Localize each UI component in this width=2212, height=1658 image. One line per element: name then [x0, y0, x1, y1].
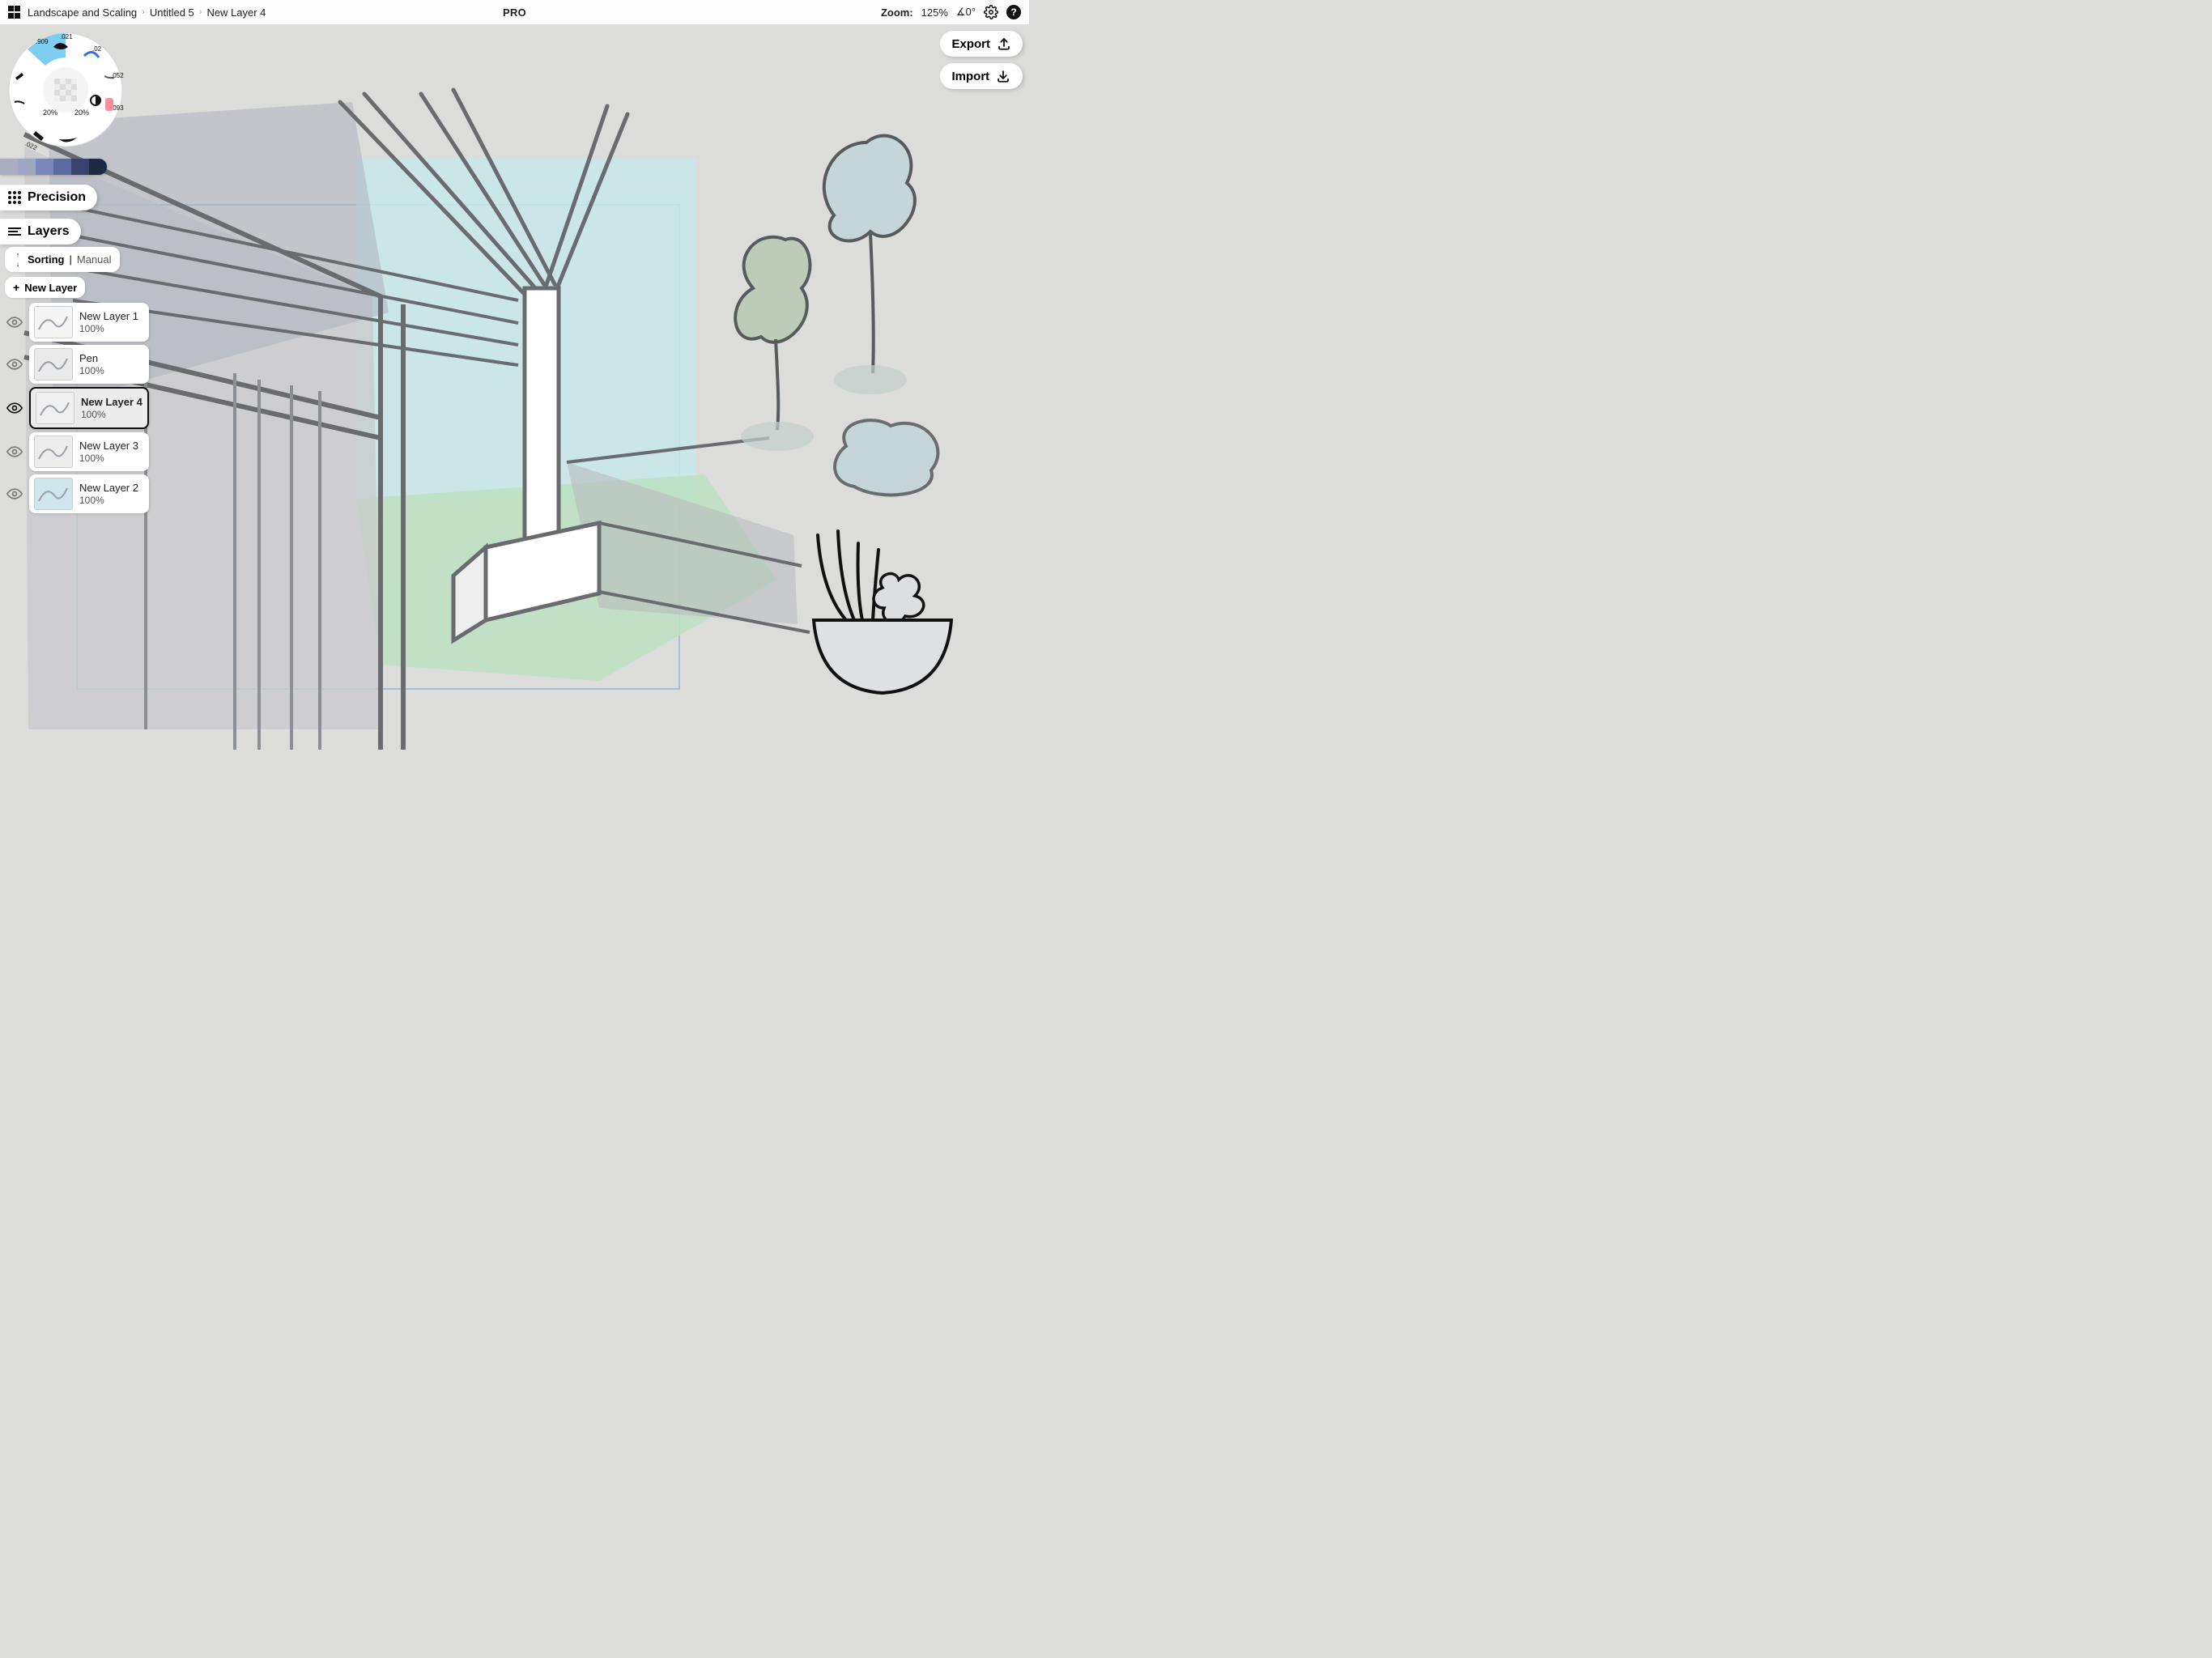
export-button[interactable]: Export — [940, 31, 1023, 57]
layer-meta: Pen100% — [79, 352, 104, 376]
layer-name: New Layer 1 — [79, 310, 138, 323]
layer-name: New Layer 4 — [81, 396, 143, 409]
import-icon — [996, 69, 1010, 83]
svg-text:.021: .021 — [60, 33, 73, 40]
swatch[interactable] — [89, 159, 107, 175]
angle-value[interactable]: ∡0° — [956, 6, 976, 19]
breadcrumb-folder[interactable]: Landscape and Scaling — [28, 6, 137, 19]
layer-thumbnail — [36, 392, 74, 424]
export-label: Export — [951, 37, 990, 51]
zoom-label: Zoom: — [881, 6, 913, 19]
layer-thumbnail — [34, 306, 73, 338]
import-label: Import — [951, 70, 989, 83]
gallery-icon[interactable] — [8, 6, 21, 19]
swatch[interactable] — [36, 159, 53, 175]
swatch[interactable] — [18, 159, 36, 175]
canvas[interactable] — [0, 25, 1029, 771]
layer-row[interactable]: New Layer 4100% — [5, 387, 149, 429]
layers-panel: Sorting | Manual + New Layer New Layer 1… — [5, 247, 149, 513]
layer-meta: New Layer 3100% — [79, 440, 138, 464]
layer-opacity: 100% — [79, 323, 138, 334]
chevron-right-icon: › — [142, 7, 145, 17]
layer-meta: New Layer 4100% — [81, 396, 143, 420]
precision-tab[interactable]: Precision — [0, 185, 97, 210]
precision-label: Precision — [28, 190, 86, 205]
layer-name: New Layer 2 — [79, 482, 138, 495]
chevron-right-icon: › — [199, 7, 202, 17]
breadcrumb-document[interactable]: Untitled 5 — [150, 6, 194, 19]
color-palette[interactable] — [0, 159, 107, 175]
sort-icon — [13, 251, 23, 268]
sorting-button[interactable]: Sorting | Manual — [5, 247, 120, 272]
layer-opacity: 100% — [81, 409, 143, 420]
layer-card[interactable]: New Layer 4100% — [29, 387, 149, 429]
plus-icon: + — [13, 281, 19, 294]
layer-row[interactable]: Pen100% — [5, 345, 149, 384]
export-icon — [997, 36, 1011, 51]
layer-list: New Layer 1100%Pen100%New Layer 4100%New… — [5, 303, 149, 513]
layer-card[interactable]: New Layer 3100% — [29, 432, 149, 471]
svg-text:.909: .909 — [36, 38, 49, 45]
sorting-label: Sorting — [28, 253, 65, 266]
layer-name: Pen — [79, 352, 104, 365]
layers-label: Layers — [28, 224, 70, 239]
breadcrumb[interactable]: Landscape and Scaling › Untitled 5 › New… — [28, 6, 266, 19]
sorting-mode: Manual — [77, 253, 112, 266]
io-buttons: Export Import — [940, 31, 1023, 89]
visibility-toggle-icon[interactable] — [5, 312, 24, 332]
visibility-toggle-icon[interactable] — [5, 398, 24, 418]
topbar-left: Landscape and Scaling › Untitled 5 › New… — [0, 6, 266, 19]
tool-wheel[interactable]: .909 .021 .02 .052 .093 .022 20% 20% — [5, 29, 126, 151]
visibility-toggle-icon[interactable] — [5, 442, 24, 461]
pro-badge[interactable]: PRO — [503, 6, 526, 19]
swatch[interactable] — [0, 159, 18, 175]
layer-row[interactable]: New Layer 3100% — [5, 432, 149, 471]
layer-card[interactable]: New Layer 2100% — [29, 474, 149, 513]
layer-thumbnail — [34, 436, 73, 468]
top-bar: Landscape and Scaling › Untitled 5 › New… — [0, 0, 1029, 25]
layer-thumbnail — [34, 478, 73, 510]
dots-icon — [8, 191, 21, 204]
visibility-toggle-icon[interactable] — [5, 355, 24, 374]
layer-name: New Layer 3 — [79, 440, 138, 453]
topbar-right: Zoom: 125% ∡0° ? — [881, 5, 1029, 19]
new-layer-label: New Layer — [24, 282, 77, 294]
import-button[interactable]: Import — [940, 63, 1023, 89]
visibility-toggle-icon[interactable] — [5, 484, 24, 504]
breadcrumb-layer[interactable]: New Layer 4 — [206, 6, 266, 19]
layer-card[interactable]: New Layer 1100% — [29, 303, 149, 342]
help-icon[interactable]: ? — [1006, 5, 1021, 19]
swatch[interactable] — [71, 159, 89, 175]
layer-thumbnail — [34, 348, 73, 380]
svg-text:20%: 20% — [74, 108, 89, 117]
layers-tab[interactable]: Layers — [0, 219, 81, 244]
layer-opacity: 100% — [79, 453, 138, 464]
new-layer-button[interactable]: + New Layer — [5, 277, 85, 298]
layer-row[interactable]: New Layer 1100% — [5, 303, 149, 342]
gear-icon[interactable] — [984, 5, 998, 19]
layer-opacity: 100% — [79, 495, 138, 506]
sorting-sep: | — [70, 253, 72, 266]
layer-row[interactable]: New Layer 2100% — [5, 474, 149, 513]
zoom-value[interactable]: 125% — [921, 6, 948, 19]
layer-meta: New Layer 1100% — [79, 310, 138, 334]
layer-card[interactable]: Pen100% — [29, 345, 149, 384]
swatch[interactable] — [53, 159, 71, 175]
layer-opacity: 100% — [79, 365, 104, 376]
svg-text:20%: 20% — [43, 108, 57, 117]
svg-text:.022: .022 — [23, 140, 38, 151]
layer-meta: New Layer 2100% — [79, 482, 138, 506]
layers-icon — [8, 227, 21, 236]
